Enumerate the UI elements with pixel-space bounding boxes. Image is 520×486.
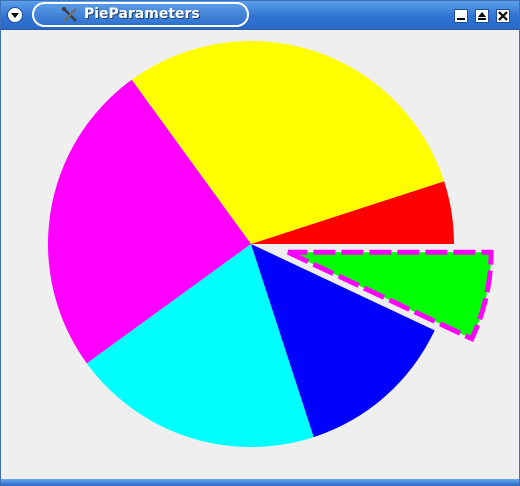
window-title: PieParameters xyxy=(84,6,200,22)
pie-chart xyxy=(48,40,494,447)
tools-icon xyxy=(62,7,77,22)
close-icon xyxy=(498,11,508,21)
minimize-button[interactable] xyxy=(454,9,468,23)
maximize-button[interactable] xyxy=(475,9,489,23)
maximize-icon xyxy=(478,12,486,20)
window-bottom-border xyxy=(1,479,519,485)
close-button[interactable] xyxy=(496,9,510,23)
window-menu-button[interactable] xyxy=(7,7,23,23)
title-bar[interactable]: PieParameters xyxy=(1,1,519,30)
app-window: PieParameters xyxy=(0,0,520,486)
chevron-down-icon xyxy=(11,13,19,18)
chart-area xyxy=(2,30,518,479)
minimize-icon xyxy=(457,18,465,20)
title-pill: PieParameters xyxy=(32,2,249,27)
